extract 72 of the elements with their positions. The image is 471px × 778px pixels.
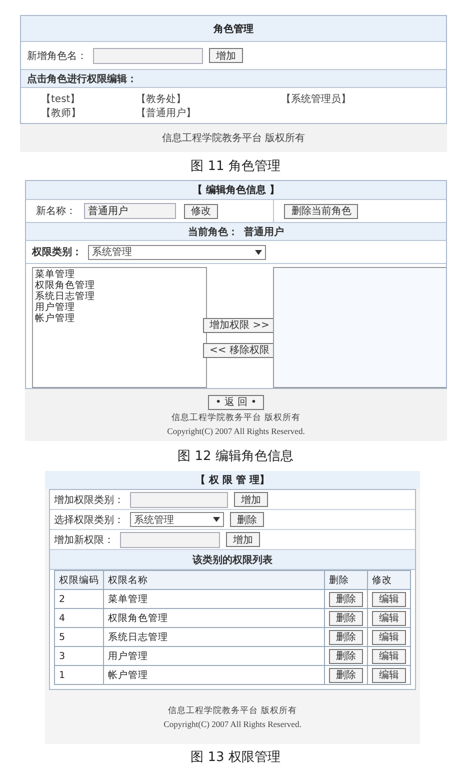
table-cell: 4: [54, 608, 104, 628]
add-permission-button[interactable]: 增加: [226, 532, 260, 547]
delete-button[interactable]: 删除: [329, 648, 363, 664]
dropdown-caret-icon: [213, 517, 220, 522]
category-dropdown[interactable]: 系统管理: [130, 512, 224, 527]
field-label: 增加新权限：: [54, 534, 114, 546]
footer-text: 信息工程学院教务平台 版权所有: [162, 132, 306, 145]
copyright-text: Copyright(C) 2007 All Rights Reserved.: [167, 426, 305, 436]
edit-button[interactable]: 编辑: [372, 668, 406, 682]
field-label: 权限类别：: [32, 246, 82, 259]
section-heading: 点击角色进行权限编辑：: [27, 72, 137, 86]
add-category-button[interactable]: 增加: [234, 492, 268, 507]
table-cell: 权限角色管理: [104, 608, 324, 628]
column-header: 修改: [368, 570, 410, 590]
edit-button[interactable]: 编辑: [372, 610, 406, 626]
name-field[interactable]: 普通用户: [84, 203, 176, 219]
role-link[interactable]: 【test】: [41, 92, 136, 106]
table-cell: 系统日志管理: [104, 628, 324, 646]
available-list[interactable]: 菜单管理 权限角色管理 系统日志管理 用户管理 帐户管理: [32, 267, 206, 388]
current-role-label: 当前角色：: [188, 226, 238, 238]
role-link[interactable]: 【教师】: [41, 106, 136, 120]
edit-button[interactable]: 编辑: [372, 592, 406, 606]
figure-caption: 图 13 权限管理: [190, 749, 280, 766]
footer-text: 信息工程学院教务平台 版权所有: [168, 705, 297, 717]
delete-button[interactable]: 删除: [329, 668, 363, 682]
role-link[interactable]: 【教务处】: [136, 92, 281, 106]
table-cell: 用户管理: [104, 646, 324, 666]
role-name-field[interactable]: [93, 48, 203, 64]
list-item[interactable]: 帐户管理: [35, 313, 204, 324]
copyright-text: Copyright(C) 2007 All Rights Reserved.: [164, 719, 302, 729]
list-item[interactable]: 用户管理: [35, 302, 204, 313]
field-label: 新增角色名：: [27, 50, 87, 62]
role-link[interactable]: 【普通用户】: [136, 106, 281, 120]
field-label: 选择权限类别：: [54, 514, 124, 526]
field-label: 新名称：: [36, 204, 76, 218]
table-cell: 2: [54, 590, 104, 608]
back-button[interactable]: • 返 回 •: [208, 394, 264, 410]
assigned-list[interactable]: [272, 267, 446, 388]
delete-role-button[interactable]: 删除当前角色: [284, 204, 358, 218]
panel-title: 角色管理: [214, 22, 254, 36]
column-header: 权限编码: [54, 570, 104, 590]
table-cell: 3: [54, 646, 104, 666]
edit-button[interactable]: 编辑: [372, 648, 406, 664]
modify-button[interactable]: 修改: [184, 204, 218, 218]
panel-title: 【 编辑角色信息 】: [192, 184, 280, 197]
delete-button[interactable]: 删除: [329, 592, 363, 606]
list-item[interactable]: 权限角色管理: [35, 280, 204, 291]
current-role-value: 普通用户: [244, 225, 284, 238]
delete-category-button[interactable]: 删除: [230, 512, 264, 527]
column-header: 权限名称: [104, 570, 324, 590]
table-title: 该类别的权限列表: [192, 554, 272, 566]
dropdown-caret-icon: [255, 250, 262, 254]
list-item[interactable]: 系统日志管理: [35, 291, 204, 302]
role-link[interactable]: 【系统管理员】: [281, 92, 446, 106]
add-button[interactable]: 增加: [209, 48, 243, 63]
permission-field[interactable]: [120, 532, 220, 548]
table-cell: 1: [54, 666, 104, 684]
panel-title: 【 权 限 管 理】: [196, 474, 270, 487]
field-label: 增加权限类别：: [54, 494, 124, 506]
delete-button[interactable]: 删除: [329, 610, 363, 626]
figure-caption: 图 12 编辑角色信息: [178, 448, 294, 465]
table-cell: 帐户管理: [104, 666, 324, 684]
table-cell: 菜单管理: [104, 590, 324, 608]
edit-button[interactable]: 编辑: [372, 630, 406, 644]
category-dropdown[interactable]: 系统管理: [88, 244, 266, 260]
footer-text: 信息工程学院教务平台 版权所有: [172, 412, 300, 424]
table-cell: 5: [54, 628, 104, 646]
column-header: 删除: [324, 570, 368, 590]
figure-caption: 图 11 角色管理: [190, 158, 280, 175]
category-field[interactable]: [130, 492, 228, 508]
list-item[interactable]: 菜单管理: [35, 269, 204, 280]
delete-button[interactable]: 删除: [329, 630, 363, 644]
